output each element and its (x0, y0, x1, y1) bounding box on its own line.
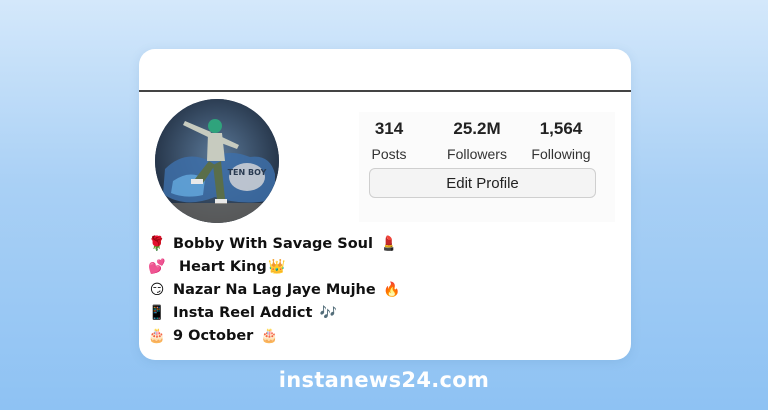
smirk-icon: 😏 (149, 281, 165, 298)
site-watermark: instanews24.com (278, 368, 490, 392)
header-divider (139, 90, 631, 92)
bio-text: Insta Reel Addict (173, 304, 313, 321)
bio-line-name: 🌹 Bobby With Savage Soul 💄 (147, 232, 402, 255)
followers-stat[interactable]: 25.2M Followers (437, 118, 517, 164)
avatar[interactable]: TEN BOY (155, 99, 279, 223)
bio-text: Nazar Na Lag Jaye Mujhe (173, 281, 376, 298)
music-notes-icon: 🎶 (319, 304, 338, 321)
bio-text: 9 October (173, 327, 254, 344)
cake-icon: 🎂 (148, 327, 166, 344)
following-count: 1,564 (539, 119, 583, 138)
lipstick-icon: 💄 (380, 235, 398, 252)
profile-card: TEN BOY 314 Posts 25.2M Followers 1,564 … (139, 49, 631, 360)
two-hearts-icon: 💕 (148, 258, 166, 275)
rose-icon: 🌹 (148, 235, 166, 252)
bio: 🌹 Bobby With Savage Soul 💄 💕 Heart King … (147, 232, 402, 347)
followers-label: Followers (447, 146, 507, 162)
phone-icon: 📱 (148, 304, 166, 321)
following-label: Following (531, 146, 591, 162)
fire-icon: 🔥 (383, 281, 401, 298)
edit-profile-button[interactable]: Edit Profile (369, 168, 596, 198)
posts-stat[interactable]: 314 Posts (349, 118, 429, 164)
followers-count: 25.2M (453, 119, 501, 138)
bio-text: Heart King (179, 258, 267, 275)
avatar-image: TEN BOY (155, 99, 279, 223)
posts-label: Posts (371, 146, 407, 162)
crown-icon: 👑 (268, 258, 286, 275)
avatar-graffiti-text: TEN BOY (228, 168, 267, 177)
posts-count: 314 (374, 119, 404, 138)
bio-line-birthday: 🎂 9 October 🎂 (147, 324, 402, 347)
stats-panel: 314 Posts 25.2M Followers 1,564 Followin… (359, 112, 615, 222)
bio-line-reel: 📱 Insta Reel Addict 🎶 (147, 301, 402, 324)
bio-line-nazar: 😏 Nazar Na Lag Jaye Mujhe 🔥 (147, 278, 402, 301)
bio-line-heart-king: 💕 Heart King 👑 (147, 255, 402, 278)
cake-icon: 🎂 (260, 327, 279, 344)
bio-text: Bobby With Savage Soul (173, 235, 373, 252)
following-stat[interactable]: 1,564 Following (521, 118, 601, 164)
